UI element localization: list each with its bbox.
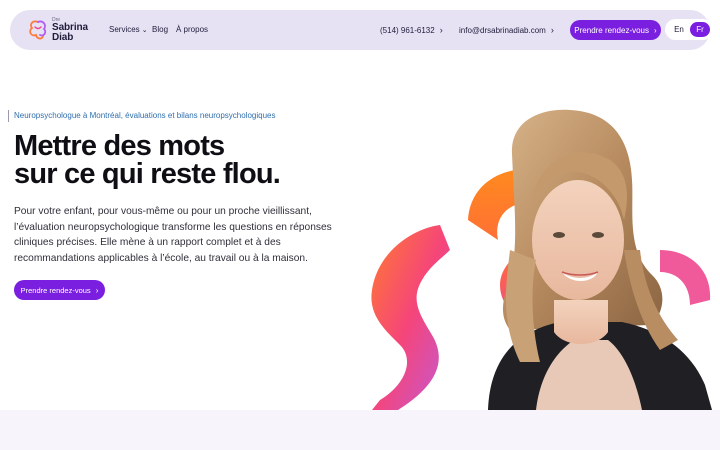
hero-description-line3: cliniques précises. Elle mène à un rappo… (14, 237, 281, 248)
hero-description: Pour votre enfant, pour vous-même ou pou… (14, 204, 344, 266)
chevron-right-icon: › (95, 285, 99, 295)
chevron-right-icon: › (550, 25, 554, 35)
next-section (0, 410, 720, 450)
page: Dre Sabrina Diab Services ⌄ Blog À propos… (0, 0, 720, 450)
phone-number: (514) 961-6132 (380, 26, 435, 35)
phone-link[interactable]: (514) 961-6132 › (380, 25, 443, 35)
email-link[interactable]: info@drsabrinadiab.com › (459, 25, 554, 35)
hero-appointment-button[interactable]: Prendre rendez-vous › (14, 280, 105, 300)
language-fr[interactable]: Fr (690, 22, 710, 37)
chevron-down-icon: ⌄ (141, 27, 148, 34)
hero-headline: Mettre des mots sur ce qui reste flou. (14, 130, 281, 190)
decorative-shape-left (371, 225, 450, 410)
top-navigation: Dre Sabrina Diab Services ⌄ Blog À propos… (10, 10, 713, 50)
brand-name-first: Sabrina (52, 21, 88, 33)
hero-headline-line2: sur ce qui reste flou. (14, 158, 281, 190)
language-en[interactable]: En (670, 22, 688, 37)
nav-services[interactable]: Services ⌄ (109, 25, 148, 34)
nav-appointment-label: Prendre rendez-vous (574, 25, 650, 35)
hero-headline-line1: Mettre des mots (14, 130, 225, 162)
hero-description-line2: l’évaluation neuropsychologique transfor… (14, 221, 332, 233)
hero-description-line4: recommandations applicables à l’école, a… (14, 252, 308, 264)
chevron-right-icon: › (439, 25, 443, 35)
email-address: info@drsabrinadiab.com (459, 26, 546, 35)
decorative-shape-pink (660, 250, 711, 305)
site-logo[interactable]: Dre Sabrina Diab (28, 17, 88, 43)
hero-illustration (371, 109, 712, 410)
chevron-right-icon: › (654, 25, 657, 35)
brand-wordmark: Dre Sabrina Diab (52, 17, 88, 43)
hero-eyebrow: Neuropsychologue à Montréal, évaluations… (8, 110, 276, 122)
nav-about[interactable]: À propos (176, 25, 208, 34)
brand-name-last: Diab (52, 31, 74, 43)
brain-logo-icon (29, 20, 47, 40)
hero-appointment-label: Prendre rendez-vous (20, 285, 91, 295)
nav-services-label: Services (109, 25, 140, 34)
nav-blog[interactable]: Blog (152, 25, 168, 34)
hero-description-line1: Pour votre enfant, pour vous-même ou pou… (14, 206, 312, 217)
nav-appointment-button[interactable]: Prendre rendez-vous › (570, 20, 661, 40)
language-switcher: En Fr (665, 19, 713, 40)
